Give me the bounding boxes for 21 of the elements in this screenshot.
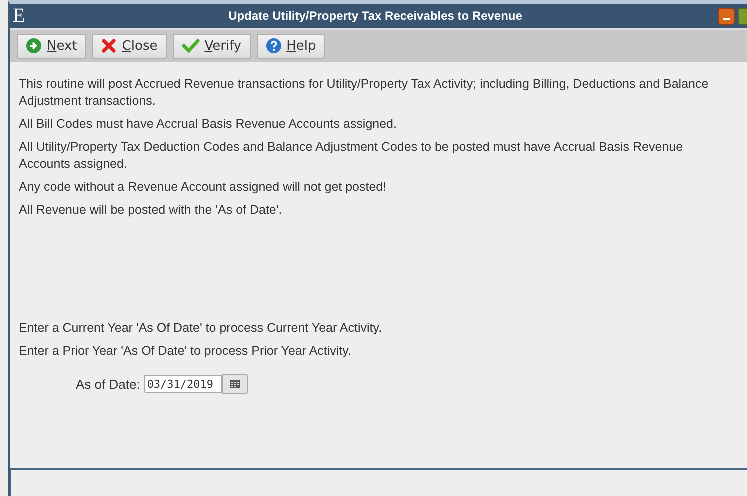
field-label: As of Date: [76,376,140,392]
paragraph: All Revenue will be posted with the 'As of Date'. [19,202,284,219]
calendar-icon [230,380,240,388]
date-field[interactable]: 03/31/2019 [144,375,222,393]
help-button[interactable]: Help [256,34,326,58]
paragraph: Enter a Prior Year 'As Of Date' to process Prior Year Activity. [19,343,352,360]
paragraph: All Utility/Property Tax Deduction Codes and Balance Adjustment Codes to be posted must have Accrual Basis Revenue Accounts assigned. [19,139,684,173]
next-button[interactable]: Next [17,34,86,58]
verify-button[interactable]: Verify [172,34,251,58]
minimize-button[interactable] [718,8,735,24]
calendar-button[interactable] [222,374,248,394]
close-icon [101,38,118,54]
help-icon [266,38,282,54]
app-icon: E [10,5,33,27]
close-button[interactable]: Close [92,34,167,58]
paragraph: All Bill Codes must have Accrual Basis Revenue Accounts assigned. [19,116,398,133]
checkmark-icon [182,38,200,54]
paragraph: This routine will post Accrued Revenue transactions for Utility/Property Tax Activity; including Billing, Deductions and Balance Adjustment transactions. [19,76,710,110]
window-title: Update Utility/Property Tax Receivables to Revenue [228,9,524,23]
paragraph: Enter a Current Year 'As Of Date' to process Current Year Activity. [19,320,384,337]
paragraph: Any code without a Revenue Account assigned will not get posted! [19,179,388,196]
